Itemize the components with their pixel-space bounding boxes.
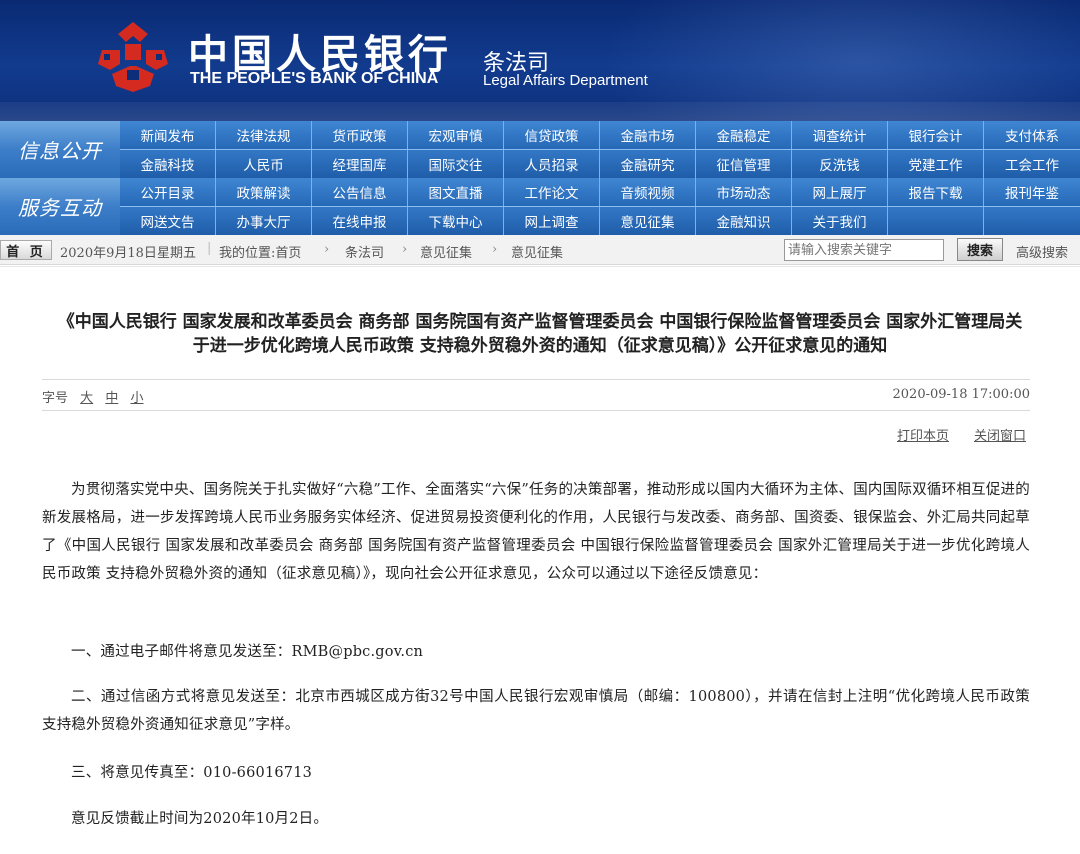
font-size-label: 字号 [42, 391, 69, 406]
divider [42, 379, 1030, 380]
font-size-small-link[interactable]: 小 [130, 391, 143, 406]
advanced-search-link[interactable]: 高级搜索 [1016, 242, 1068, 261]
nav-section-service: 服务互动 公开目录 政策解读 公告信息 图文直播 工作论文 音频视频 市场动态 … [0, 178, 1080, 235]
nav-item[interactable]: 意见征集 [600, 207, 696, 235]
nav-item[interactable]: 工作论文 [504, 178, 600, 206]
nav-item[interactable]: 调查统计 [792, 121, 888, 149]
nav-item[interactable]: 金融稳定 [696, 121, 792, 149]
nav-item[interactable]: 在线申报 [312, 207, 408, 235]
nav-item[interactable]: 报告下载 [888, 178, 984, 206]
article-title: 《中国人民银行 国家发展和改革委员会 商务部 国务院国有资产监督管理委员会 中国… [0, 310, 1080, 358]
font-size-controls: 字号 大 中 小 [42, 387, 151, 406]
nav-item[interactable]: 支付体系 [984, 121, 1080, 149]
nav-item[interactable]: 银行会计 [888, 121, 984, 149]
nav-item[interactable]: 反洗钱 [792, 150, 888, 178]
search-button[interactable]: 搜索 [957, 238, 1003, 261]
print-page-link[interactable]: 打印本页 [897, 425, 949, 444]
nav-item[interactable]: 金融市场 [600, 121, 696, 149]
breadcrumb-item[interactable]: 条法司 [345, 242, 384, 261]
article-title-line: 于进一步优化跨境人民币政策 支持稳外贸稳外资的通知（征求意见稿）》公开征求意见的… [192, 336, 888, 356]
article-paragraph: 三、将意见传真至：010-66016713 [71, 765, 313, 781]
article-paragraph: 为贯彻落实党中央、国务院关于扎实做好“六稳”工作、全面落实“六保”任务的决策部署… [42, 482, 1030, 582]
divider: | [207, 241, 212, 256]
nav-item[interactable]: 工会工作 [984, 150, 1080, 178]
search-input[interactable] [784, 239, 944, 261]
bank-name-en: THE PEOPLE'S BANK OF CHINA [190, 70, 439, 87]
nav-section-label-info: 信息公开 [0, 121, 120, 178]
nav-row-service-1: 公开目录 政策解读 公告信息 图文直播 工作论文 音频视频 市场动态 网上展厅 … [120, 178, 1080, 206]
nav-item[interactable]: 市场动态 [696, 178, 792, 206]
nav-item[interactable]: 金融研究 [600, 150, 696, 178]
current-weekday: 星期五 [157, 246, 197, 261]
font-size-large-link[interactable]: 大 [80, 391, 93, 406]
nav-item[interactable]: 办事大厅 [216, 207, 312, 235]
breadcrumb-bar: 首 页 2020年9月18日 星期五 | 我的位置:首页 › 条法司 › 意见征… [0, 235, 1080, 265]
breadcrumb-location[interactable]: 我的位置:首页 [219, 242, 301, 261]
nav-item-empty [984, 207, 1080, 235]
nav-item[interactable]: 下载中心 [408, 207, 504, 235]
article-meta: 字号 大 中 小 2020-09-18 17:00:00 [42, 387, 1030, 406]
nav-section-info: 信息公开 新闻发布 法律法规 货币政策 宏观审慎 信贷政策 金融市场 金融稳定 … [0, 121, 1080, 178]
nav-item[interactable]: 网送文告 [120, 207, 216, 235]
nav-section-label-service: 服务互动 [0, 178, 120, 235]
nav-item[interactable]: 货币政策 [312, 121, 408, 149]
pboc-logo-icon[interactable] [90, 20, 176, 94]
nav-item[interactable]: 经理国库 [312, 150, 408, 178]
department-name-en: Legal Affairs Department [483, 72, 648, 89]
nav-item[interactable]: 关于我们 [792, 207, 888, 235]
article-paragraph: 二、通过信函方式将意见发送至：北京市西城区成方街32号中国人民银行宏观审慎局（邮… [42, 689, 1030, 733]
nav-item[interactable]: 公开目录 [120, 178, 216, 206]
chevron-right-icon: › [402, 242, 408, 257]
divider [42, 410, 1030, 411]
article-title-line: 《中国人民银行 国家发展和改革委员会 商务部 国务院国有资产监督管理委员会 中国… [57, 312, 1023, 332]
nav-item[interactable]: 人员招录 [504, 150, 600, 178]
chevron-right-icon: › [324, 242, 330, 257]
nav-item[interactable]: 金融知识 [696, 207, 792, 235]
nav-item[interactable]: 征信管理 [696, 150, 792, 178]
banner-stripe [0, 102, 1080, 121]
breadcrumb-item[interactable]: 意见征集 [511, 242, 563, 261]
nav-item[interactable]: 政策解读 [216, 178, 312, 206]
breadcrumb-item[interactable]: 意见征集 [420, 242, 472, 261]
home-button[interactable]: 首 页 [0, 240, 52, 260]
current-date: 2020年9月18日 [60, 246, 157, 261]
nav-item[interactable]: 图文直播 [408, 178, 504, 206]
nav-item[interactable]: 网上调查 [504, 207, 600, 235]
header-banner: 中国人民银行 THE PEOPLE'S BANK OF CHINA 条法司 Le… [0, 0, 1080, 121]
article-paragraph: 一、通过电子邮件将意见发送至：RMB@pbc.gov.cn [71, 644, 424, 660]
nav-row-info-2: 金融科技 人民币 经理国库 国际交往 人员招录 金融研究 征信管理 反洗钱 党建… [120, 150, 1080, 178]
nav-item[interactable]: 公告信息 [312, 178, 408, 206]
divider [0, 266, 1080, 267]
main-navigation: 信息公开 新闻发布 法律法规 货币政策 宏观审慎 信贷政策 金融市场 金融稳定 … [0, 121, 1080, 235]
nav-item[interactable]: 网上展厅 [792, 178, 888, 206]
article-paragraph: 意见反馈截止时间为2020年10月2日。 [71, 811, 329, 827]
publish-timestamp: 2020-09-18 17:00:00 [892, 387, 1030, 402]
nav-item[interactable]: 金融科技 [120, 150, 216, 178]
nav-item[interactable]: 宏观审慎 [408, 121, 504, 149]
nav-item[interactable]: 报刊年鉴 [984, 178, 1080, 206]
nav-item[interactable]: 音频视频 [600, 178, 696, 206]
nav-item-empty [888, 207, 984, 235]
nav-item[interactable]: 国际交往 [408, 150, 504, 178]
chevron-right-icon: › [492, 242, 498, 257]
nav-item[interactable]: 信贷政策 [504, 121, 600, 149]
close-window-link[interactable]: 关闭窗口 [974, 425, 1026, 444]
nav-item[interactable]: 人民币 [216, 150, 312, 178]
font-size-medium-link[interactable]: 中 [105, 391, 118, 406]
nav-item[interactable]: 法律法规 [216, 121, 312, 149]
nav-item[interactable]: 党建工作 [888, 150, 984, 178]
nav-item[interactable]: 新闻发布 [120, 121, 216, 149]
nav-row-info-1: 新闻发布 法律法规 货币政策 宏观审慎 信贷政策 金融市场 金融稳定 调查统计 … [120, 121, 1080, 149]
nav-row-service-2: 网送文告 办事大厅 在线申报 下载中心 网上调查 意见征集 金融知识 关于我们 [120, 207, 1080, 235]
